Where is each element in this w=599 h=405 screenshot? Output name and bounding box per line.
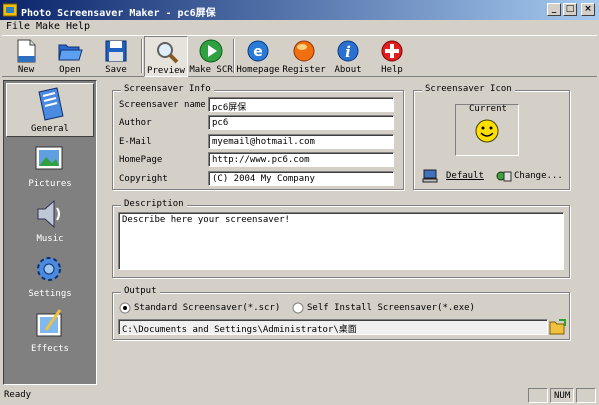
open-button[interactable]: Open [48, 36, 92, 77]
screensaver-name-field[interactable]: pc6屏保 [208, 97, 394, 112]
open-folder-icon [58, 44, 83, 61]
open-label: Open [59, 65, 81, 75]
browser-e-icon: e [247, 40, 269, 62]
preview-button[interactable]: Preview [144, 36, 188, 77]
author-label: Author [119, 118, 152, 128]
save-button[interactable]: Save [94, 36, 138, 77]
default-icon-button[interactable]: Default [422, 169, 484, 184]
copyright-field[interactable]: (C) 2004 My Company [208, 171, 394, 186]
browse-folder-icon[interactable] [549, 318, 567, 336]
gear-icon [37, 257, 61, 281]
description-textarea[interactable]: Describe here your screensaver! [118, 212, 564, 270]
menu-help[interactable]: Help [66, 21, 90, 32]
close-button[interactable]: × [581, 3, 595, 16]
status-text: Ready [4, 390, 32, 400]
menu-file[interactable]: File [6, 21, 30, 32]
register-button[interactable]: Register [282, 36, 326, 77]
computer-icon [422, 169, 438, 183]
homepage-label: Homepage [236, 65, 280, 75]
radio-selected-icon [119, 302, 131, 314]
copyright-label: Copyright [119, 174, 168, 184]
change-icon-glyph [496, 171, 512, 182]
name-label: Screensaver name [119, 100, 206, 110]
description-legend: Description [121, 199, 187, 209]
status-pane-caps [528, 388, 548, 403]
output-path-field[interactable]: C:\Documents and Settings\Administrator\… [118, 319, 548, 335]
sidebar-item-general[interactable]: General [6, 83, 94, 137]
status-bar: Ready NUM [0, 386, 599, 405]
homepage-field-label: HomePage [119, 155, 163, 165]
about-button[interactable]: i About [326, 36, 370, 77]
sidebar-item-effects[interactable]: Effects [6, 304, 94, 358]
pictures-icon [35, 146, 63, 170]
email-field[interactable]: myemail@hotmail.com [208, 134, 394, 149]
magnifier-icon [157, 42, 179, 64]
email-label: E-Mail [119, 137, 152, 147]
maximize-button[interactable]: □ [563, 3, 577, 16]
current-label: Current [469, 104, 507, 114]
change-icon-button[interactable]: Change... [496, 169, 563, 184]
status-pane-scrl [576, 388, 596, 403]
radio-unselected-icon [292, 302, 304, 314]
change-label: Change... [514, 171, 563, 181]
help-cross-icon [381, 40, 403, 62]
self-install-label: Self Install Screensaver(*.exe) [307, 303, 475, 313]
standard-screensaver-radio[interactable]: Standard Screensaver(*.scr) [119, 302, 281, 315]
speaker-icon [37, 199, 60, 229]
effects-brush-icon [36, 309, 62, 337]
smiley-face-icon [475, 119, 499, 143]
svg-text:e: e [253, 44, 263, 60]
screensaver-info-legend: Screensaver Info [121, 84, 214, 94]
sidebar-label-settings: Settings [28, 289, 72, 299]
default-label: Default [446, 171, 484, 181]
app-icon [3, 3, 17, 17]
status-pane-num: NUM [550, 388, 574, 403]
homepage-button[interactable]: e Homepage [236, 36, 280, 77]
sidebar-label-effects: Effects [31, 344, 69, 354]
author-field[interactable]: pc6 [208, 115, 394, 130]
sidebar-item-pictures[interactable]: Pictures [6, 139, 94, 193]
new-button[interactable]: New [4, 36, 48, 77]
sidebar-label-pictures: Pictures [28, 179, 72, 189]
preview-label: Preview [147, 66, 185, 76]
window-title: Photo Screensaver Maker - pc6屏保 [21, 8, 216, 19]
save-label: Save [105, 65, 127, 75]
self-install-radio[interactable]: Self Install Screensaver(*.exe) [292, 302, 475, 315]
sidebar-item-music[interactable]: Music [6, 194, 94, 248]
sidebar-label-music: Music [36, 234, 64, 244]
svg-text:i: i [345, 43, 351, 61]
make-scr-label: Make SCR [189, 65, 233, 75]
help-label: Help [381, 65, 403, 75]
menu-make[interactable]: Make [36, 21, 60, 32]
info-icon: i [337, 40, 359, 62]
menu-bar: File Make Help [0, 20, 599, 35]
new-file-icon [17, 39, 36, 63]
help-button[interactable]: Help [370, 36, 414, 77]
make-scr-button[interactable]: Make SCR [189, 36, 233, 77]
toolbar: New Open Save Preview Make SCR e Homepag… [2, 35, 597, 77]
floppy-disk-icon [105, 40, 127, 62]
play-icon [199, 39, 223, 63]
screensaver-icon-legend: Screensaver Icon [422, 84, 515, 94]
homepage-field[interactable]: http://www.pc6.com [208, 152, 394, 167]
sidebar: General Pictures Music Settings Effects [3, 80, 97, 385]
general-document-icon [38, 87, 64, 121]
output-legend: Output [121, 286, 160, 296]
standard-screensaver-label: Standard Screensaver(*.scr) [134, 303, 281, 313]
minimize-button[interactable]: _ [547, 3, 561, 16]
title-bar: Photo Screensaver Maker - pc6屏保 _ □ × [0, 0, 599, 20]
sidebar-label-general: General [31, 124, 69, 134]
sidebar-item-settings[interactable]: Settings [6, 249, 94, 303]
register-orb-icon [293, 40, 315, 62]
